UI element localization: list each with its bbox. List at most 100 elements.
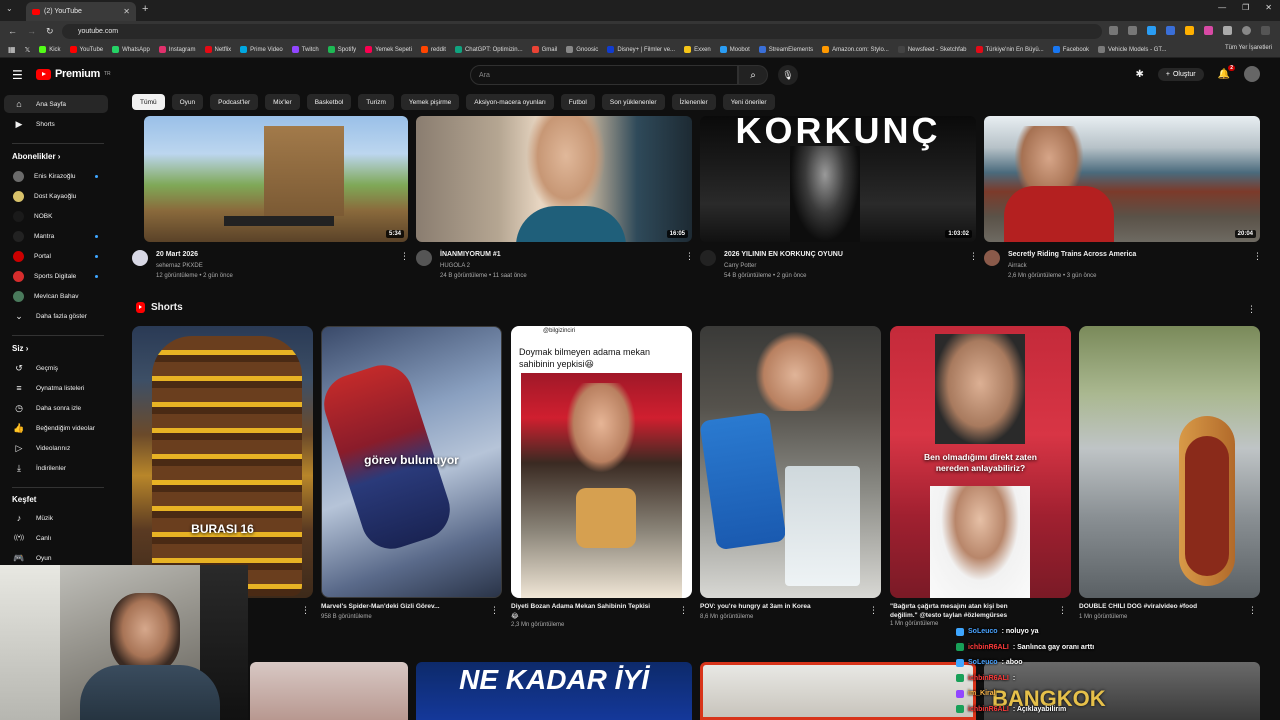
video-thumbnail[interactable]: KORKUNÇ 1:03:02 bbox=[700, 116, 976, 242]
more-options-icon[interactable]: ⋮ bbox=[685, 251, 694, 262]
create-button[interactable]: + Oluştur bbox=[1157, 67, 1204, 81]
filter-chip[interactable]: Futbol bbox=[560, 94, 595, 110]
channel-avatar[interactable] bbox=[132, 250, 148, 266]
short-thumbnail[interactable]: BURASI 16 bbox=[132, 326, 313, 598]
bookmark-item[interactable]: Newsfeed - Sketchfab bbox=[897, 46, 967, 53]
video-title[interactable]: Secretly Riding Trains Across America bbox=[1008, 251, 1136, 258]
bookmark-item[interactable]: Türkiye'nin En Büyü... bbox=[975, 46, 1044, 53]
video-title[interactable]: 2026 YILININ EN KORKUNÇ OYUNU bbox=[724, 251, 843, 258]
sidebar-item-subscription[interactable]: Sports Digitale bbox=[4, 267, 108, 285]
bookmark-item[interactable]: Netflix bbox=[204, 46, 231, 53]
channel-avatar[interactable] bbox=[984, 250, 1000, 266]
more-options-icon[interactable]: ⋮ bbox=[869, 605, 878, 616]
more-options-icon[interactable]: ⋮ bbox=[400, 251, 409, 262]
more-options-icon[interactable]: ⋮ bbox=[1248, 605, 1257, 616]
sidebar-item-subscription[interactable]: Mantra bbox=[4, 227, 108, 245]
bookmark-item[interactable]: Moobot bbox=[719, 46, 750, 53]
extension-icon[interactable] bbox=[1204, 26, 1213, 35]
sidebar-item-subscription[interactable]: Mevlcan Bahav bbox=[4, 287, 108, 305]
channel-name[interactable]: sehernaz PKXDE bbox=[156, 263, 203, 269]
more-options-icon[interactable]: ⋮ bbox=[1253, 251, 1262, 262]
sidebar-item-you-1[interactable]: ≡ Oynatma listeleri bbox=[4, 379, 108, 397]
extension-icon[interactable] bbox=[1185, 26, 1194, 35]
bookmark-item[interactable]: Disney+ | Filmler ve... bbox=[607, 46, 675, 53]
close-tab-icon[interactable]: ✕ bbox=[123, 7, 130, 16]
forward-icon[interactable]: → bbox=[27, 26, 36, 37]
filter-chip[interactable]: İzlenenler bbox=[671, 94, 716, 110]
more-options-icon[interactable]: ⋮ bbox=[1058, 605, 1067, 616]
channel-name[interactable]: Airrack bbox=[1008, 263, 1027, 269]
x-twitter-icon[interactable]: 𝕏 bbox=[25, 46, 31, 54]
extension-icon[interactable] bbox=[1147, 26, 1156, 35]
url-input[interactable]: youtube.com bbox=[62, 24, 1102, 39]
video-thumbnail[interactable] bbox=[250, 662, 408, 720]
bookmark-star-icon[interactable] bbox=[1128, 26, 1137, 35]
video-thumbnail[interactable] bbox=[700, 662, 976, 720]
bookmark-item[interactable]: Spotify bbox=[327, 46, 356, 53]
filter-chip[interactable]: Tümü bbox=[132, 94, 165, 110]
sidebar-item-you-5[interactable]: ⤓ İndirilenler bbox=[4, 459, 108, 477]
filter-chip[interactable]: Son yüklenenler bbox=[601, 94, 665, 110]
sidebar-item-you-3[interactable]: 👍 Beğendiğim videolar bbox=[4, 419, 108, 437]
menu-icon[interactable] bbox=[1261, 26, 1270, 35]
channel-name[interactable]: HUGOLA 2 bbox=[440, 263, 470, 269]
bookmark-item[interactable]: Exxen bbox=[684, 46, 711, 53]
bookmark-item[interactable]: Yemek Sepeti bbox=[365, 46, 412, 53]
apps-grid-icon[interactable]: ▦ bbox=[8, 45, 16, 54]
filter-chip[interactable]: Podcast'ler bbox=[210, 94, 259, 110]
short-thumbnail[interactable]: Ben olmadığımı direkt zaten nereden anla… bbox=[890, 326, 1071, 598]
extension-icon[interactable] bbox=[1109, 26, 1118, 35]
browser-tab-youtube[interactable]: (2) YouTube ✕ bbox=[26, 2, 136, 21]
youtube-logo[interactable]: Premium TR bbox=[36, 68, 111, 80]
bookmark-item[interactable]: StreamElements bbox=[758, 46, 813, 53]
more-options-icon[interactable]: ⋮ bbox=[1247, 304, 1256, 315]
sidebar-item-subscription[interactable]: Enis Kirazoğlu bbox=[4, 167, 108, 185]
bookmark-item[interactable]: Prime Video bbox=[240, 46, 283, 53]
channel-avatar[interactable] bbox=[700, 250, 716, 266]
bookmark-item[interactable]: Kick bbox=[39, 46, 61, 53]
search-icon[interactable]: ⌕ bbox=[738, 65, 768, 85]
video-title[interactable]: 20 Mart 2026 bbox=[156, 251, 198, 258]
bookmark-item[interactable]: Amazon.com: Stylo... bbox=[822, 46, 889, 53]
sidebar-item-you-4[interactable]: ▷ Videolarınız bbox=[4, 439, 108, 457]
short-title[interactable]: POV: you're hungry at 3am in Korea bbox=[700, 603, 811, 610]
short-title[interactable]: "Bağırta çağırta mesajını atan kişi ben bbox=[890, 603, 1008, 610]
sidebar-item-shorts[interactable]: ▶ Shorts bbox=[4, 115, 108, 133]
close-window-icon[interactable]: ✕ bbox=[1265, 3, 1272, 12]
sidebar-item-home[interactable]: ⌂ Ana Sayfa bbox=[4, 95, 108, 113]
filter-chip[interactable]: Yeni öneriler bbox=[722, 94, 775, 110]
reload-icon[interactable]: ↻ bbox=[46, 26, 54, 37]
all-bookmarks[interactable]: Tüm Yer İşaretleri bbox=[1225, 45, 1272, 51]
bookmark-item[interactable]: Twitch bbox=[291, 46, 319, 53]
account-avatar[interactable] bbox=[1244, 66, 1260, 82]
bookmark-item[interactable]: Instagram bbox=[158, 46, 196, 53]
sidebar-item-subscription[interactable]: Portal bbox=[4, 247, 108, 265]
short-thumbnail[interactable] bbox=[1079, 326, 1260, 598]
more-options-icon[interactable]: ⋮ bbox=[301, 605, 310, 616]
extensions-puzzle-icon[interactable] bbox=[1223, 26, 1232, 35]
bookmark-item[interactable]: YouTube bbox=[69, 46, 103, 53]
bookmark-item[interactable]: reddit bbox=[420, 46, 446, 53]
video-thumbnail[interactable]: 5:34 bbox=[144, 116, 408, 242]
bookmark-item[interactable]: ChatGPT: Optimizin... bbox=[454, 46, 523, 53]
channel-name[interactable]: Carry Potter bbox=[724, 263, 756, 269]
sidebar-item-explore-0[interactable]: ♪ Müzik bbox=[4, 509, 108, 527]
bookmark-item[interactable]: WhatsApp bbox=[112, 46, 150, 53]
filter-chip[interactable]: Aksiyon-macera oyunları bbox=[466, 94, 554, 110]
microphone-icon[interactable]: 🎙 bbox=[778, 65, 798, 85]
sidebar-item-subscription[interactable]: Dost Kayaoğlu bbox=[4, 187, 108, 205]
more-options-icon[interactable]: ⋮ bbox=[490, 605, 499, 616]
sidebar-item-you-2[interactable]: ◷ Daha sonra izle bbox=[4, 399, 108, 417]
more-options-icon[interactable]: ⋮ bbox=[679, 605, 688, 616]
short-title[interactable]: Diyeti Bozan Adama Mekan Sahibinin Tepki… bbox=[511, 603, 650, 610]
back-icon[interactable]: ← bbox=[8, 26, 17, 37]
filter-chip[interactable]: Oyun bbox=[171, 94, 204, 110]
short-title[interactable]: DOUBLE CHILI DOG #viralvideo #food bbox=[1079, 603, 1197, 610]
short-title[interactable]: Marvel's Spider-Man'deki Gizli Görev... bbox=[321, 603, 440, 610]
more-options-icon[interactable]: ⋮ bbox=[969, 251, 978, 262]
video-thumbnail[interactable]: 20:04 bbox=[984, 116, 1260, 242]
you-header[interactable]: Siz › bbox=[12, 344, 28, 353]
short-thumbnail[interactable]: @bilgizinciri Doymak bilmeyen adama meka… bbox=[511, 326, 692, 598]
filter-chip[interactable]: Mix'ler bbox=[265, 94, 300, 110]
subscriptions-header[interactable]: Abonelikler › bbox=[12, 152, 60, 161]
